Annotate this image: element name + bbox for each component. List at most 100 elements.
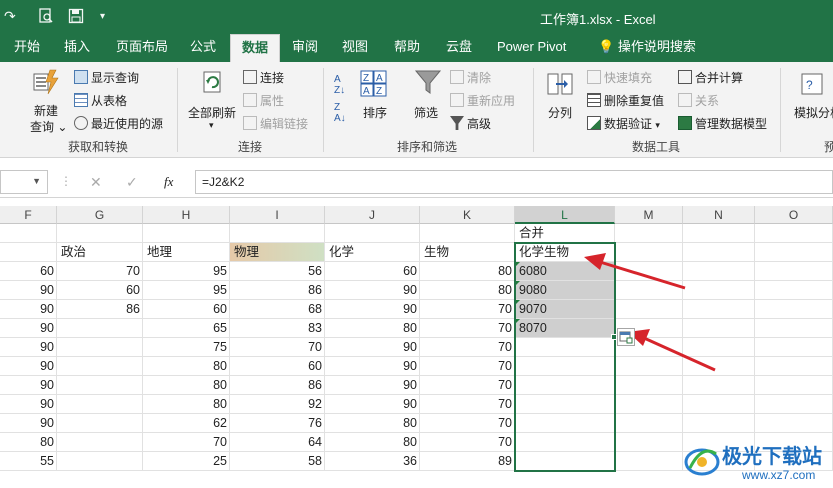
tab-view[interactable]: 视图 <box>336 34 374 62</box>
sort-az-icon[interactable]: A Z↓ <box>334 74 345 96</box>
name-box[interactable]: ▼ <box>0 170 48 194</box>
table-cell[interactable]: 70 <box>57 262 143 281</box>
table-cell[interactable] <box>615 300 683 319</box>
sort-button[interactable]: 排序 <box>363 104 387 121</box>
table-cell[interactable] <box>683 414 755 433</box>
table-cell[interactable] <box>755 262 833 281</box>
remove-duplicates-button[interactable]: 删除重复值 <box>587 92 664 109</box>
table-cell[interactable] <box>615 376 683 395</box>
show-queries-button[interactable]: 显示查询 <box>74 69 139 86</box>
table-cell[interactable] <box>57 452 143 471</box>
header-cell[interactable]: 化学 <box>325 243 420 262</box>
data-validation-button[interactable]: 数据验证 ▾ <box>587 115 660 132</box>
table-cell[interactable] <box>755 319 833 338</box>
what-if-button[interactable]: 模拟分析 <box>794 104 833 121</box>
table-cell[interactable]: 80 <box>420 262 515 281</box>
new-query-button[interactable]: 新建 <box>34 102 58 119</box>
table-cell[interactable]: 70 <box>420 319 515 338</box>
table-cell[interactable] <box>57 319 143 338</box>
text-to-columns-button[interactable]: 分列 <box>548 104 572 121</box>
cell[interactable] <box>230 224 325 243</box>
table-cell[interactable]: 80 <box>325 414 420 433</box>
tab-data[interactable]: 数据 <box>230 34 280 62</box>
insert-function-icon[interactable]: fx <box>164 174 173 190</box>
column-header-o[interactable]: O <box>755 206 833 224</box>
table-cell[interactable] <box>57 338 143 357</box>
tab-page-layout[interactable]: 页面布局 <box>110 34 174 62</box>
table-cell[interactable] <box>57 357 143 376</box>
tab-review[interactable]: 审阅 <box>286 34 324 62</box>
table-cell[interactable] <box>57 376 143 395</box>
table-cell[interactable]: 70 <box>420 414 515 433</box>
header-cell[interactable]: 物理 <box>230 243 325 262</box>
table-cell[interactable]: 83 <box>230 319 325 338</box>
table-cell[interactable]: 90 <box>0 281 57 300</box>
column-header-m[interactable]: M <box>615 206 683 224</box>
table-cell[interactable] <box>755 281 833 300</box>
cell[interactable] <box>325 224 420 243</box>
table-cell[interactable]: 70 <box>420 433 515 452</box>
from-table-button[interactable]: 从表格 <box>74 92 127 109</box>
new-query-dropdown[interactable]: 查询 ⌄ <box>30 118 67 135</box>
table-cell[interactable]: 90 <box>325 300 420 319</box>
cell[interactable] <box>615 224 683 243</box>
merged-value-cell[interactable] <box>515 395 615 414</box>
merged-value-cell[interactable] <box>515 452 615 471</box>
table-cell[interactable]: 80 <box>143 357 230 376</box>
merge-title-cell[interactable]: 合并 <box>515 224 615 243</box>
header-cell[interactable] <box>0 243 57 262</box>
merged-value-cell[interactable] <box>515 338 615 357</box>
table-cell[interactable]: 86 <box>230 281 325 300</box>
cell[interactable] <box>143 224 230 243</box>
merged-value-cell[interactable] <box>515 433 615 452</box>
merged-value-cell[interactable] <box>515 357 615 376</box>
header-cell[interactable] <box>755 243 833 262</box>
table-cell[interactable] <box>57 395 143 414</box>
table-cell[interactable]: 89 <box>420 452 515 471</box>
table-cell[interactable]: 70 <box>420 338 515 357</box>
table-cell[interactable] <box>57 414 143 433</box>
table-cell[interactable]: 70 <box>230 338 325 357</box>
table-cell[interactable]: 80 <box>143 376 230 395</box>
table-cell[interactable]: 80 <box>143 395 230 414</box>
column-header-f[interactable]: F <box>0 206 57 224</box>
clear-filter-button[interactable]: 清除 <box>450 69 491 86</box>
column-header-h[interactable]: H <box>143 206 230 224</box>
cell[interactable] <box>420 224 515 243</box>
merged-value-cell[interactable]: 9070 <box>515 300 615 319</box>
cell[interactable] <box>0 224 57 243</box>
formula-input[interactable]: =J2&K2 <box>195 170 833 194</box>
column-header-i[interactable]: I <box>230 206 325 224</box>
advanced-filter-button[interactable]: 高级 <box>450 115 491 132</box>
table-cell[interactable]: 86 <box>230 376 325 395</box>
table-cell[interactable]: 56 <box>230 262 325 281</box>
table-cell[interactable]: 90 <box>0 338 57 357</box>
table-cell[interactable]: 68 <box>230 300 325 319</box>
table-cell[interactable] <box>755 357 833 376</box>
tab-help[interactable]: 帮助 <box>388 34 426 62</box>
table-cell[interactable] <box>615 452 683 471</box>
header-cell[interactable]: 生物 <box>420 243 515 262</box>
manage-data-model-button[interactable]: 管理数据模型 <box>678 115 767 132</box>
table-cell[interactable]: 65 <box>143 319 230 338</box>
tab-power-pivot[interactable]: Power Pivot <box>491 34 572 62</box>
column-header-j[interactable]: J <box>325 206 420 224</box>
table-cell[interactable]: 64 <box>230 433 325 452</box>
tell-me-search[interactable]: 💡 操作说明搜索 <box>592 34 702 62</box>
table-cell[interactable]: 70 <box>420 357 515 376</box>
header-cell[interactable]: 地理 <box>143 243 230 262</box>
table-cell[interactable] <box>755 395 833 414</box>
chevron-down-icon[interactable]: ▾ <box>209 120 214 131</box>
merged-value-cell[interactable]: 8070 <box>515 319 615 338</box>
table-cell[interactable]: 60 <box>230 357 325 376</box>
redo-icon[interactable]: ↷ <box>4 8 16 25</box>
cancel-icon[interactable]: ✕ <box>90 174 102 191</box>
header-cell[interactable]: 政治 <box>57 243 143 262</box>
table-cell[interactable] <box>615 414 683 433</box>
table-cell[interactable]: 58 <box>230 452 325 471</box>
table-cell[interactable]: 92 <box>230 395 325 414</box>
table-cell[interactable]: 90 <box>0 414 57 433</box>
table-cell[interactable]: 62 <box>143 414 230 433</box>
table-cell[interactable]: 80 <box>420 281 515 300</box>
cell[interactable] <box>755 224 833 243</box>
